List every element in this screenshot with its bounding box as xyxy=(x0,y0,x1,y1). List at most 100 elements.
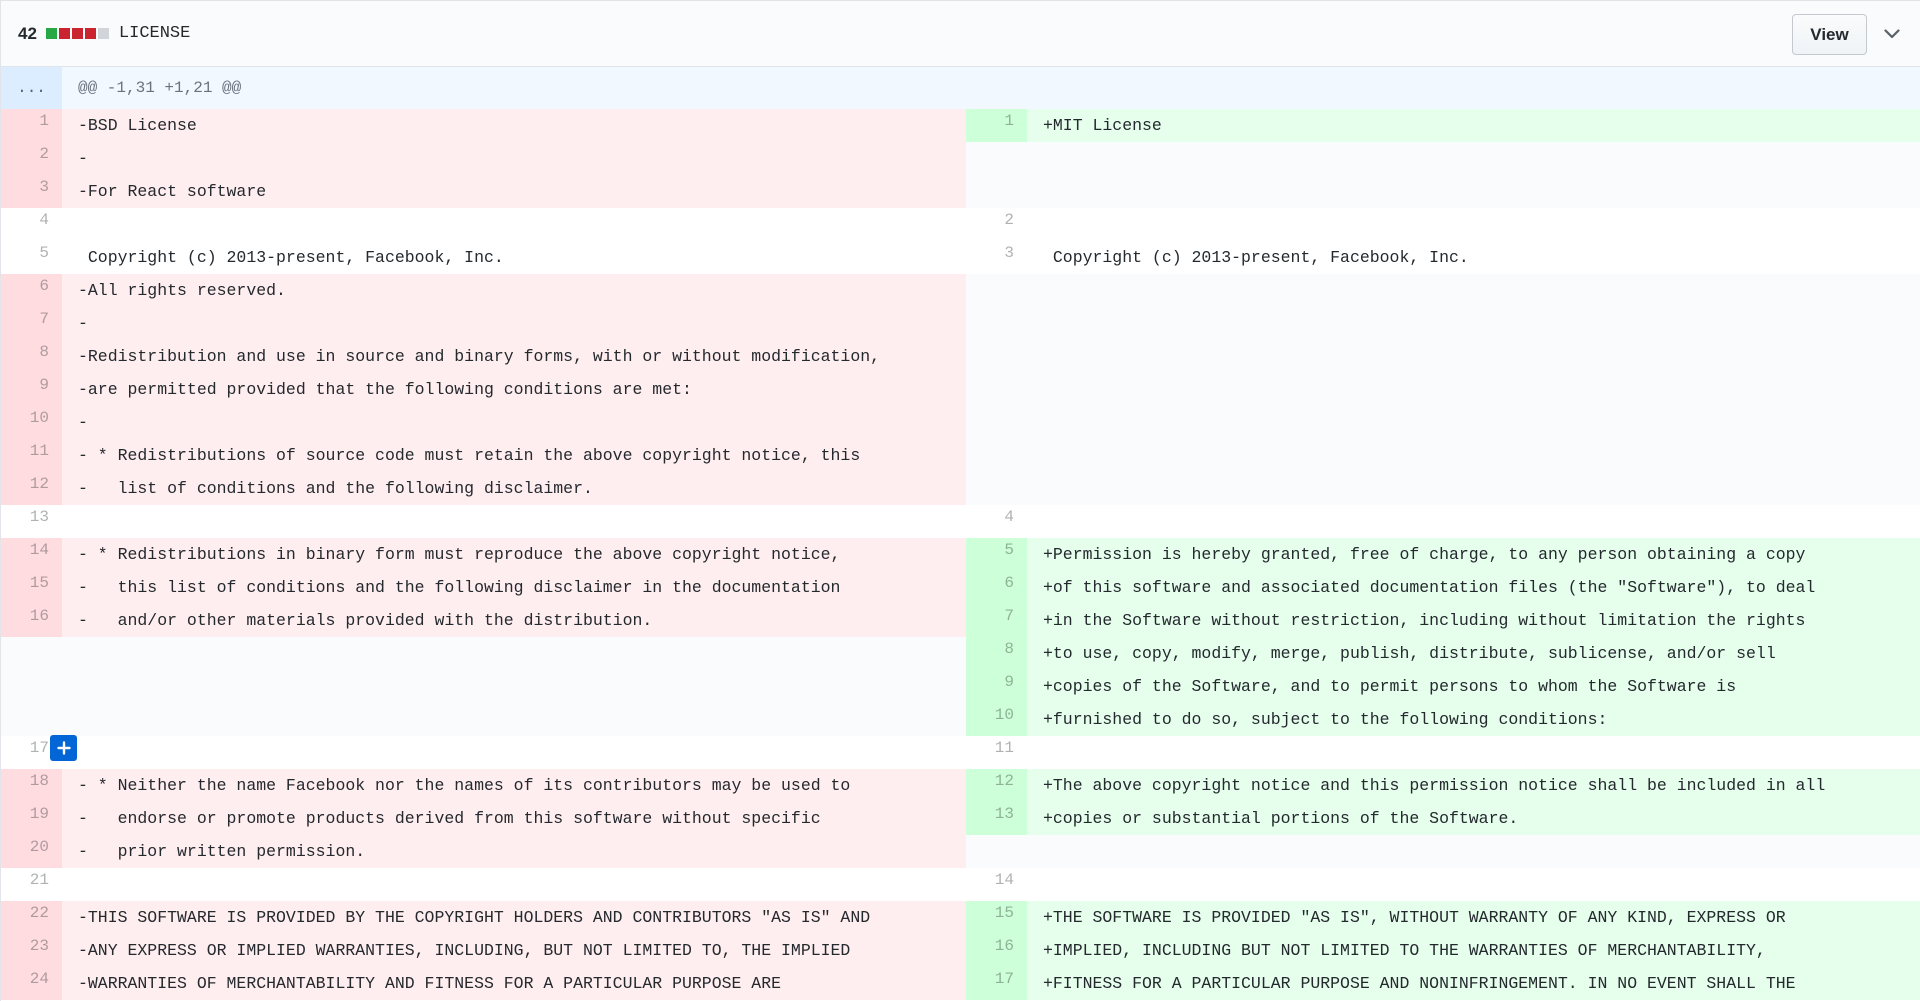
right-code-line xyxy=(1027,472,1920,505)
left-code-line: - xyxy=(62,307,966,340)
left-code-line: - xyxy=(62,406,966,439)
left-line-number[interactable]: 20 xyxy=(1,835,62,868)
right-code-line xyxy=(1027,736,1920,769)
right-line-number[interactable]: 11 xyxy=(966,736,1027,769)
hunk-header-row: ... @@ -1,31 +1,21 @@ xyxy=(1,67,1920,109)
right-line-number[interactable]: 17 xyxy=(966,967,1027,1000)
left-line-number[interactable]: 18 xyxy=(1,769,62,802)
left-line-number[interactable]: 6 xyxy=(1,274,62,307)
view-file-button[interactable]: View xyxy=(1792,14,1867,55)
left-line-number xyxy=(1,703,62,736)
left-line-number[interactable]: 4 xyxy=(1,208,62,241)
right-code-line: +to use, copy, modify, merge, publish, d… xyxy=(1027,637,1920,670)
left-line-number[interactable]: 7 xyxy=(1,307,62,340)
right-code-line: +copies of the Software, and to permit p… xyxy=(1027,670,1920,703)
right-line-number[interactable]: 16 xyxy=(966,934,1027,967)
plus-icon xyxy=(56,741,71,755)
collapse-toggle-button[interactable] xyxy=(1879,21,1905,47)
left-code-line: - * Redistributions in binary form must … xyxy=(62,538,966,571)
right-line-number[interactable]: 4 xyxy=(966,505,1027,538)
left-code-line: - list of conditions and the following d… xyxy=(62,472,966,505)
left-code-line: Copyright (c) 2013-present, Facebook, In… xyxy=(62,241,966,274)
left-line-number[interactable]: 13 xyxy=(1,505,62,538)
left-code-line xyxy=(62,637,966,670)
left-code-line: -WARRANTIES OF MERCHANTABILITY AND FITNE… xyxy=(62,967,966,1000)
right-line-number[interactable]: 3 xyxy=(966,241,1027,274)
diff-file: 1 -BSD License 1 +MIT License 2-3 -For React … xyxy=(0,0,1920,1001)
right-code-line: +THE SOFTWARE IS PROVIDED "AS IS", WITHO… xyxy=(1027,901,1920,934)
left-line-number[interactable]: 3 xyxy=(1,175,62,208)
chevron-down-icon xyxy=(1884,29,1900,39)
right-code-line: +in the Software without restriction, in… xyxy=(1027,604,1920,637)
left-line-number[interactable]: 22 xyxy=(1,901,62,934)
right-code-line: +copies or substantial portions of the S… xyxy=(1027,802,1920,835)
right-code-line: +MIT License xyxy=(1027,109,1920,142)
right-code-line: +furnished to do so, subject to the foll… xyxy=(1027,703,1920,736)
expand-hunk-button[interactable]: ... xyxy=(1,67,62,109)
left-line-number xyxy=(1,670,62,703)
left-line-number[interactable]: 16 xyxy=(1,604,62,637)
diffstat-count: 42 xyxy=(18,23,37,43)
left-code-line: - * Redistributions of source code must … xyxy=(62,439,966,472)
right-line-number[interactable]: 7 xyxy=(966,604,1027,637)
right-line-number[interactable]: 9 xyxy=(966,670,1027,703)
left-code-line: - this list of conditions and the follow… xyxy=(62,571,966,604)
right-code-line xyxy=(1027,208,1920,241)
left-code-line: - * Neither the name Facebook nor the na… xyxy=(62,769,966,802)
left-code-line: - prior written permission. xyxy=(62,835,966,868)
right-line-number[interactable]: 5 xyxy=(966,538,1027,571)
right-code-line xyxy=(1027,373,1920,406)
left-code-line: - xyxy=(62,142,966,175)
right-line-number xyxy=(966,340,1027,373)
left-line-number[interactable]: 10 xyxy=(1,406,62,439)
right-code-line xyxy=(1027,406,1920,439)
left-line-number[interactable]: 2 xyxy=(1,142,62,175)
file-name[interactable]: LICENSE xyxy=(119,24,190,43)
file-header: 42 LICENSE View xyxy=(1,0,1920,67)
add-line-comment-button[interactable] xyxy=(50,735,77,761)
right-code-line xyxy=(1027,835,1920,868)
left-line-number xyxy=(1,637,62,670)
right-line-number[interactable]: 14 xyxy=(966,868,1027,901)
right-code-line: +FITNESS FOR A PARTICULAR PURPOSE AND NO… xyxy=(1027,967,1920,1000)
right-code-line xyxy=(1027,868,1920,901)
left-line-number[interactable]: 24 xyxy=(1,967,62,1000)
right-line-number[interactable]: 6 xyxy=(966,571,1027,604)
left-line-number[interactable]: 14 xyxy=(1,538,62,571)
left-code-line: -Redistribution and use in source and bi… xyxy=(62,340,966,373)
right-code-line: +IMPLIED, INCLUDING BUT NOT LIMITED TO T… xyxy=(1027,934,1920,967)
right-code-line: +of this software and associated documen… xyxy=(1027,571,1920,604)
right-code-line: +Permission is hereby granted, free of c… xyxy=(1027,538,1920,571)
left-line-number[interactable]: 19 xyxy=(1,802,62,835)
right-line-number[interactable]: 15 xyxy=(966,901,1027,934)
left-line-number[interactable]: 8 xyxy=(1,340,62,373)
right-line-number[interactable]: 12 xyxy=(966,769,1027,802)
left-line-number[interactable]: 5 xyxy=(1,241,62,274)
left-line-number[interactable]: 11 xyxy=(1,439,62,472)
left-line-number[interactable]: 15 xyxy=(1,571,62,604)
left-line-number[interactable]: 23 xyxy=(1,934,62,967)
left-code-line: - and/or other materials provided with t… xyxy=(62,604,966,637)
left-code-line xyxy=(62,505,966,538)
left-code-line: - endorse or promote products derived fr… xyxy=(62,802,966,835)
right-code-line xyxy=(1027,505,1920,538)
left-line-number[interactable]: 12 xyxy=(1,472,62,505)
left-code-line xyxy=(62,703,966,736)
right-code-line xyxy=(1027,340,1920,373)
right-line-number xyxy=(966,835,1027,868)
right-line-number xyxy=(966,472,1027,505)
right-line-number[interactable]: 10 xyxy=(966,703,1027,736)
right-line-number[interactable]: 2 xyxy=(966,208,1027,241)
left-code-line: -BSD License xyxy=(62,109,966,142)
left-line-number[interactable]: 9 xyxy=(1,373,62,406)
right-line-number[interactable]: 1 xyxy=(966,109,1027,142)
right-code-line xyxy=(1027,142,1920,175)
right-line-number xyxy=(966,142,1027,175)
left-code-line xyxy=(62,670,966,703)
left-line-number[interactable]: 21 xyxy=(1,868,62,901)
right-line-number[interactable]: 13 xyxy=(966,802,1027,835)
right-line-number[interactable]: 8 xyxy=(966,637,1027,670)
left-code-line: -All rights reserved. xyxy=(62,274,966,307)
left-line-number[interactable]: 1 xyxy=(1,109,62,142)
right-line-number xyxy=(966,274,1027,307)
